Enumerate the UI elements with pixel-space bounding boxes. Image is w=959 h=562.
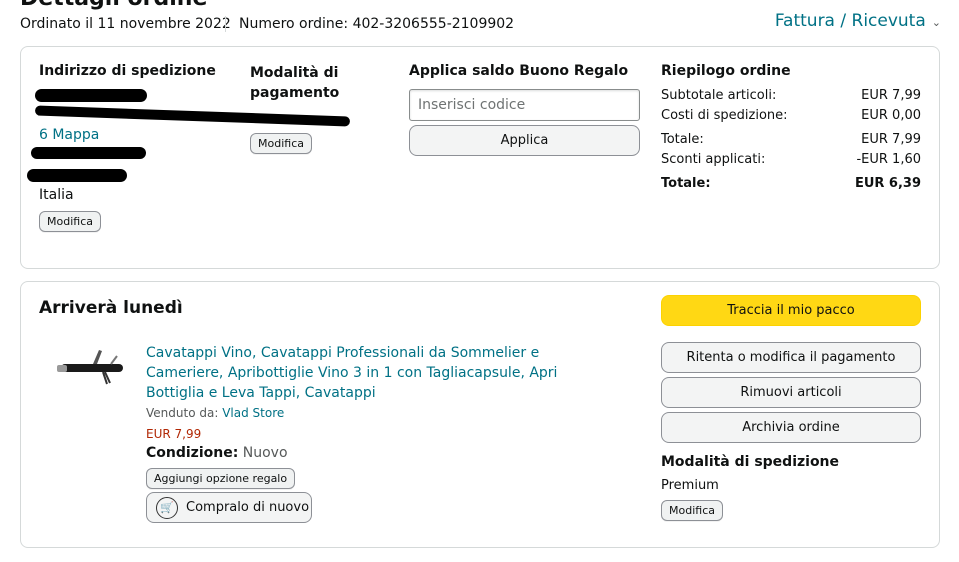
map-link[interactable]: 6 Mappa	[39, 127, 99, 143]
buy-again-icon: 🛒	[156, 496, 178, 519]
condition-value: Nuovo	[242, 445, 288, 461]
arrival-heading: Arriverà lunedì	[39, 298, 183, 318]
chevron-down-icon[interactable]: ⌄	[932, 16, 941, 29]
summary-label: Sconti applicati:	[661, 152, 766, 167]
corkscrew-icon	[57, 350, 123, 385]
shipping-address-title: Indirizzo di spedizione	[39, 63, 216, 79]
buy-again-button[interactable]: 🛒 Compralo di nuovo	[146, 492, 312, 523]
retry-payment-button[interactable]: Ritenta o modifica il pagamento	[661, 342, 921, 373]
grand-total-label: Totale:	[661, 176, 711, 191]
sold-by-label: Venduto da:	[146, 406, 219, 420]
page-title-cut: Dettagli ordine	[20, 0, 207, 11]
gift-card-title: Applica saldo Buono Regalo	[409, 63, 629, 79]
buy-again-label[interactable]: Compralo di nuovo	[186, 500, 309, 515]
condition: Condizione: Nuovo	[146, 445, 288, 461]
gift-option-button[interactable]: Aggiungi opzione regalo	[146, 468, 296, 489]
remove-items-button[interactable]: Rimuovi articoli	[661, 377, 921, 408]
archive-order-button[interactable]: Archivia ordine	[661, 412, 921, 443]
product-title-link[interactable]: Cavatappi Vino, Cavatappi Professionali …	[146, 343, 616, 403]
shipping-method-title: Modalità di spedizione	[661, 454, 840, 470]
condition-label: Condizione:	[146, 445, 239, 461]
edit-shipping-method-button[interactable]: Modifica	[661, 500, 723, 521]
redacted-region	[27, 169, 127, 182]
item-price: EUR 7,99	[146, 427, 202, 441]
summary-title: Riepilogo ordine	[661, 63, 791, 79]
country: Italia	[39, 187, 74, 203]
summary-label: Costi di spedizione:	[661, 108, 788, 123]
gift-code-input[interactable]	[409, 89, 640, 121]
summary-value: EUR 7,99	[861, 132, 921, 147]
redacted-city	[31, 147, 146, 159]
order-date: Ordinato il 11 novembre 2022	[20, 16, 231, 32]
order-info-box: Indirizzo di spedizione 6 Mappa Italia M…	[20, 46, 940, 269]
track-package-button[interactable]: Traccia il mio pacco	[661, 295, 921, 326]
apply-button[interactable]: Applica	[409, 125, 640, 156]
edit-address-button[interactable]: Modifica	[39, 211, 101, 232]
summary-value: -EUR 1,60	[856, 152, 921, 167]
summary-value: EUR 7,99	[861, 88, 921, 103]
shipment-box: Arriverà lunedì Cavatappi Vino, Cavatapp…	[20, 281, 940, 548]
summary-label: Totale:	[661, 132, 704, 147]
invoice-link-label[interactable]: Fattura / Ricevuta	[775, 11, 926, 31]
invoice-link[interactable]: Fattura / Ricevuta ⌄	[775, 11, 941, 31]
summary-label: Subtotale articoli:	[661, 88, 777, 103]
product-image[interactable]	[55, 346, 127, 390]
shipping-method-value: Premium	[661, 478, 719, 493]
edit-payment-button[interactable]: Modifica	[250, 133, 312, 154]
redacted-street	[34, 105, 351, 127]
grand-total-value: EUR 6,39	[854, 176, 921, 191]
summary-value: EUR 0,00	[861, 108, 921, 123]
seller-link[interactable]: Vlad Store	[222, 406, 284, 420]
redacted-name	[35, 89, 147, 102]
order-number: Numero ordine: 402-3206555-2109902	[239, 16, 515, 32]
order-header: Ordinato il 11 novembre 2022 Numero ordi…	[20, 11, 941, 34]
payment-title: Modalità di pagamento	[250, 65, 340, 101]
header-divider	[225, 16, 226, 32]
sold-by: Venduto da: Vlad Store	[146, 406, 284, 420]
